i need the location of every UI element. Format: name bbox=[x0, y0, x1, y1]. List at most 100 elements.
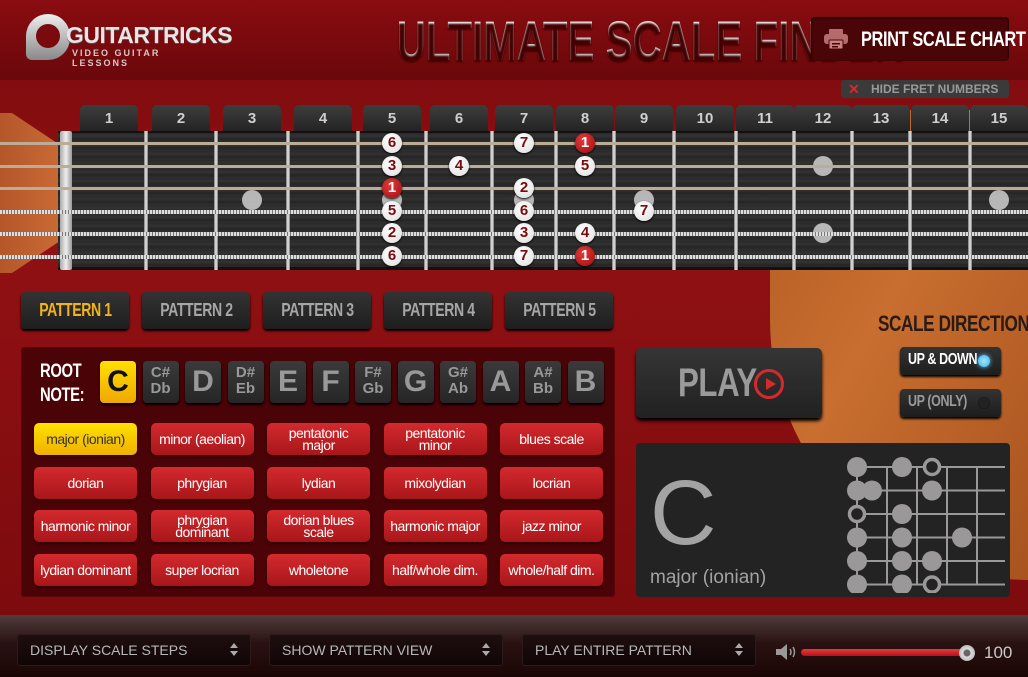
scale-button-label: harmonic major bbox=[390, 519, 480, 533]
pattern-tab-5[interactable]: PATTERN 5 bbox=[505, 292, 613, 329]
scale-button-label-line1: minor (aeolian) bbox=[159, 431, 245, 447]
scale-button[interactable]: dorian bbox=[34, 466, 137, 499]
scale-note-marker[interactable]: 2 bbox=[382, 223, 402, 243]
select-arrows-icon bbox=[230, 643, 238, 657]
direction-up-only-button[interactable]: UP (ONLY) bbox=[900, 389, 1001, 417]
root-note-key[interactable]: D bbox=[185, 361, 221, 403]
scale-note-marker[interactable]: 6 bbox=[382, 133, 402, 153]
root-note-key[interactable]: E bbox=[270, 361, 306, 403]
volume-slider-track[interactable] bbox=[801, 649, 967, 656]
pattern-tab-label: PATTERN 2 bbox=[159, 300, 233, 320]
root-note-key[interactable]: G# Ab bbox=[440, 361, 476, 403]
fret-number-tab: 5 bbox=[363, 105, 421, 131]
root-note-key[interactable]: D# Eb bbox=[227, 361, 264, 403]
hide-fret-numbers-label: HIDE FRET NUMBERS bbox=[871, 82, 999, 96]
scale-button-label: phrygian bbox=[177, 476, 227, 490]
scale-button[interactable]: lydian dominant bbox=[34, 553, 137, 586]
pattern-tab-label: PATTERN 3 bbox=[280, 300, 354, 320]
scale-button[interactable]: phrygian bbox=[150, 466, 254, 499]
scale-button[interactable]: major (ionian) bbox=[34, 423, 137, 455]
scale-button[interactable]: super locrian bbox=[150, 553, 254, 586]
scale-button[interactable]: phrygian dominant bbox=[150, 510, 254, 542]
root-note-key-label: E bbox=[277, 365, 298, 398]
pattern-tab-3[interactable]: PATTERN 3 bbox=[263, 292, 371, 329]
root-note-label: ROOT NOTE: bbox=[40, 360, 97, 408]
fret-number-tab: 11 bbox=[736, 105, 794, 131]
guitar-headstock-wood bbox=[0, 113, 60, 273]
pattern-tab-label: PATTERN 4 bbox=[401, 300, 475, 320]
play-label: PLAY bbox=[678, 361, 757, 405]
root-note-key-label: D bbox=[192, 365, 214, 398]
scale-note-marker[interactable]: 1 bbox=[575, 133, 595, 153]
scale-button[interactable]: pentatonic minor bbox=[383, 423, 487, 455]
scale-button-label: wholetone bbox=[289, 563, 349, 577]
scale-button[interactable]: harmonic minor bbox=[34, 510, 137, 542]
view-mode-select[interactable]: SHOW PATTERN VIEW bbox=[269, 634, 503, 666]
scale-button[interactable]: mixolydian bbox=[383, 466, 487, 499]
scale-button[interactable]: whole/half dim. bbox=[500, 553, 603, 586]
root-note-key-label: C bbox=[107, 365, 129, 398]
scale-note-marker[interactable]: 7 bbox=[634, 201, 654, 221]
fret-number-tab: 4 bbox=[294, 105, 352, 131]
hide-fret-numbers-toggle[interactable]: ✕ HIDE FRET NUMBERS bbox=[841, 80, 1009, 98]
diagram-note-dot bbox=[862, 480, 882, 501]
scale-note-marker[interactable]: 1 bbox=[575, 246, 595, 266]
direction-up-and-down-button[interactable]: UP & DOWN bbox=[900, 347, 1001, 375]
scale-note-marker[interactable]: 5 bbox=[382, 201, 402, 221]
display-mode-select[interactable]: DISPLAY SCALE STEPS bbox=[17, 634, 251, 666]
pattern-tab-1[interactable]: PATTERN 1 bbox=[21, 292, 129, 329]
scale-button[interactable]: wholetone bbox=[267, 553, 370, 586]
volume-icon[interactable] bbox=[776, 644, 798, 660]
guitartricks-logo[interactable]: GUITARTRICKS VIDEO GUITAR LESSONS bbox=[26, 14, 233, 68]
volume-slider-thumb[interactable] bbox=[959, 645, 975, 661]
scale-note-marker[interactable]: 2 bbox=[514, 178, 534, 198]
scale-button[interactable]: blues scale bbox=[500, 423, 603, 455]
scale-button[interactable]: harmonic major bbox=[383, 510, 487, 542]
scale-note-marker[interactable]: 7 bbox=[514, 133, 534, 153]
scale-button[interactable]: pentatonic major bbox=[267, 423, 370, 455]
scale-note-marker[interactable]: 1 bbox=[382, 178, 402, 198]
root-note-key[interactable]: A# Bb bbox=[525, 361, 561, 403]
scale-button[interactable]: half/whole dim. bbox=[383, 553, 487, 586]
scale-note-marker[interactable]: 6 bbox=[514, 201, 534, 221]
play-button[interactable]: PLAY bbox=[636, 348, 822, 418]
scale-note-marker[interactable]: 6 bbox=[382, 246, 402, 266]
root-note-key[interactable]: F bbox=[312, 361, 349, 403]
scale-note-marker[interactable]: 3 bbox=[514, 223, 534, 243]
diagram-root-dot bbox=[922, 575, 942, 593]
scale-button-label: dorian bbox=[68, 476, 104, 490]
scale-direction-title: SCALE DIRECTION bbox=[878, 311, 1028, 337]
scale-button[interactable]: minor (aeolian) bbox=[150, 423, 254, 455]
scale-button[interactable]: locrian bbox=[500, 466, 603, 499]
diagram-note-dot bbox=[847, 457, 867, 477]
root-note-key[interactable]: F# Gb bbox=[355, 361, 391, 403]
root-note-key[interactable]: B bbox=[567, 361, 604, 403]
play-mode-select[interactable]: PLAY ENTIRE PATTERN bbox=[522, 634, 756, 666]
scale-note-marker[interactable]: 5 bbox=[575, 156, 595, 176]
root-note-key[interactable]: C bbox=[100, 361, 136, 403]
root-note-key[interactable]: A bbox=[482, 361, 519, 403]
print-scale-chart-button[interactable]: PRINT SCALE CHART bbox=[811, 17, 1026, 61]
root-label-line1: ROOT bbox=[40, 361, 82, 382]
fret-wire bbox=[612, 131, 616, 270]
scale-note-marker[interactable]: 4 bbox=[449, 156, 469, 176]
root-note-key[interactable]: G bbox=[397, 361, 434, 403]
scale-note-marker[interactable]: 3 bbox=[382, 156, 402, 176]
root-note-key-alt-label: Bb bbox=[533, 380, 553, 397]
scale-button-label-line1: harmonic minor bbox=[40, 518, 131, 534]
scale-note-marker[interactable]: 7 bbox=[514, 246, 534, 266]
root-note-key-alt-label: Eb bbox=[235, 380, 256, 397]
scale-button[interactable]: lydian bbox=[267, 466, 370, 499]
fret-wire bbox=[554, 131, 558, 270]
pattern-tab-2[interactable]: PATTERN 2 bbox=[142, 292, 250, 329]
diagram-note-dot bbox=[892, 551, 912, 571]
scale-button-label: whole/half dim. bbox=[509, 563, 595, 577]
fret-number-tab: 2 bbox=[152, 105, 210, 131]
scale-button[interactable]: jazz minor bbox=[500, 510, 603, 542]
fret-wire bbox=[792, 131, 796, 270]
scale-note-marker[interactable]: 4 bbox=[575, 223, 595, 243]
pattern-tab-4[interactable]: PATTERN 4 bbox=[384, 292, 492, 329]
root-note-key[interactable]: C# Db bbox=[142, 361, 179, 403]
scale-button-label-line2: scale bbox=[303, 524, 334, 540]
scale-button[interactable]: dorian blues scale bbox=[267, 510, 370, 542]
